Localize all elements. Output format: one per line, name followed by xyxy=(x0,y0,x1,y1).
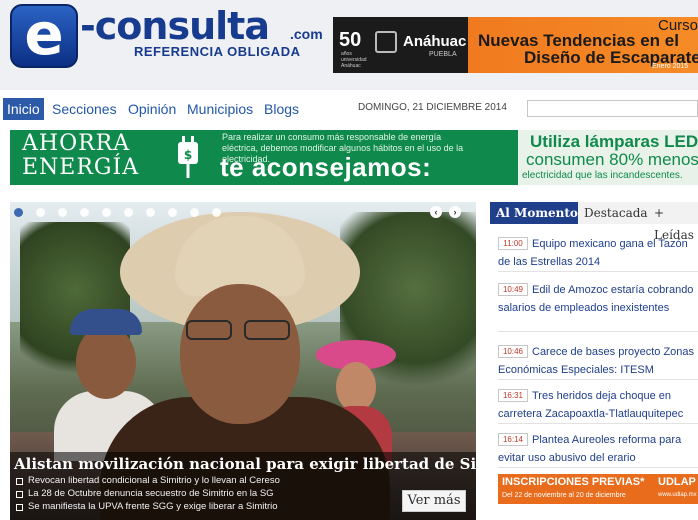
related-link[interactable]: Se manifiesta la UPVA frente SGG y exige… xyxy=(16,501,280,514)
related-link-text: La 28 de Octubre denuncia secuestro de S… xyxy=(28,488,274,499)
photo-main-face xyxy=(180,284,300,424)
udlap-banner-ad[interactable]: INSCRIPCIONES PREVIAS* Del 22 de noviemb… xyxy=(498,474,698,504)
news-item[interactable]: 11:00 Equipo mexicano gana el Tazón de la… xyxy=(498,234,698,272)
site-header: e -consulta .com REFERENCIA OBLIGADA 50 … xyxy=(0,0,698,90)
udlap-dates: Del 22 de noviembre al 20 de diciembre xyxy=(502,492,626,499)
related-link-text: Revocan libertad condicional a Simitrio … xyxy=(28,475,280,486)
news-item[interactable]: 10:46 Carece de bases proyecto Zonas Econ… xyxy=(498,342,698,380)
bullet-square-icon xyxy=(16,491,23,498)
course-date: Enero 2015 xyxy=(652,63,689,70)
news-item[interactable]: 16:31 Tres heridos deja choque en carrete… xyxy=(498,386,698,424)
slider-dot[interactable] xyxy=(146,208,155,217)
course-promo: Curso Nuevas Tendencias en el Diseño de … xyxy=(468,17,698,73)
slider-dot[interactable] xyxy=(36,208,45,217)
logo-e-mark: e xyxy=(10,4,78,68)
read-more-button[interactable]: Ver más xyxy=(402,490,466,512)
search-input[interactable] xyxy=(527,100,698,117)
news-time: 10:49 xyxy=(498,283,528,296)
slider-prev-icon[interactable]: ‹ xyxy=(430,206,442,218)
news-time: 16:31 xyxy=(498,389,528,402)
banner-title-line2: ENERGÍA xyxy=(22,155,140,180)
nav-secciones[interactable]: Secciones xyxy=(52,98,117,120)
udlap-logo: UDLAP xyxy=(658,476,696,488)
banner-tip-line1: Utiliza lámparas LED, xyxy=(530,132,698,151)
news-time: 10:46 xyxy=(498,345,528,358)
slider-next-icon[interactable]: › xyxy=(449,206,461,218)
news-tabs: Al Momento Destacadas + Leídas xyxy=(490,202,698,242)
tab-al-momento[interactable]: Al Momento xyxy=(490,202,584,224)
banner-tip: Utiliza lámparas LED, consumen 80% menos… xyxy=(518,130,698,185)
top-banner-ad[interactable]: 50 años universidad Anáhuac Anáhuac PUEB… xyxy=(333,17,698,73)
udlap-web: www.udlap.mx xyxy=(658,492,697,498)
anniversary-caption: años universidad Anáhuac xyxy=(341,51,367,69)
energy-banner-ad[interactable]: AHORRA ENERGÍA $ Para realizar un consum… xyxy=(10,130,698,185)
nav-blogs[interactable]: Blogs xyxy=(264,98,299,120)
anahuac-city: PUEBLA xyxy=(429,51,457,58)
logo-tagline: REFERENCIA OBLIGADA xyxy=(134,44,301,59)
news-item[interactable]: 10:49 Edil de Amozoc estaría cobrando sal… xyxy=(498,280,698,332)
logo-name: -consulta xyxy=(80,4,270,48)
slider-dot[interactable] xyxy=(102,208,111,217)
nav-municipios[interactable]: Municipios xyxy=(187,98,253,120)
slider-dot[interactable] xyxy=(58,208,67,217)
anahuac-block: 50 años universidad Anáhuac Anáhuac PUEB… xyxy=(333,17,468,73)
svg-text:$: $ xyxy=(184,148,192,162)
related-links: Revocan libertad condicional a Simitrio … xyxy=(16,475,280,514)
anniversary-number: 50 xyxy=(339,29,362,51)
related-link[interactable]: Revocan libertad condicional a Simitrio … xyxy=(16,475,280,488)
news-time: 16:14 xyxy=(498,433,528,446)
site-logo[interactable]: e -consulta .com REFERENCIA OBLIGADA xyxy=(10,2,330,82)
banner-headline: te aconsejamos: xyxy=(220,152,432,182)
nav-opinion[interactable]: Opinión xyxy=(128,98,176,120)
slider-dot[interactable] xyxy=(212,208,221,217)
anahuac-brand: Anáhuac xyxy=(403,33,467,50)
bullet-square-icon xyxy=(16,504,23,511)
banner-title: AHORRA ENERGÍA xyxy=(22,132,139,180)
slider-dot[interactable] xyxy=(124,208,133,217)
banner-tip-line3: electricidad que las incandescentes. xyxy=(522,170,683,181)
featured-headline[interactable]: Alistan movilización nacional para exigi… xyxy=(14,455,528,473)
news-time: 11:00 xyxy=(498,237,528,250)
related-link-text: Se manifiesta la UPVA frente SGG y exige… xyxy=(28,501,278,512)
bullet-square-icon xyxy=(16,478,23,485)
banner-title-line1: AHORRA xyxy=(22,131,131,156)
current-date: DOMINGO, 21 DICIEMBRE 2014 xyxy=(358,102,507,113)
university-crest-icon xyxy=(375,31,397,53)
banner-tip-line2: consumen 80% menos xyxy=(526,150,698,169)
slider-dot[interactable] xyxy=(14,208,23,217)
tab-mas-leidas[interactable]: + Leídas xyxy=(648,202,698,242)
related-link[interactable]: La 28 de Octubre denuncia secuestro de S… xyxy=(16,488,280,501)
udlap-headline: INSCRIPCIONES PREVIAS* xyxy=(502,476,645,488)
plug-icon: $ xyxy=(178,136,198,178)
slider-dot[interactable] xyxy=(190,208,199,217)
slider-dot[interactable] xyxy=(80,208,89,217)
slider-dot[interactable] xyxy=(168,208,177,217)
logo-domain: .com xyxy=(290,26,323,42)
nav-inicio[interactable]: Inicio xyxy=(3,98,44,120)
news-item[interactable]: 16:14 Plantea Aureoles reforma para evita… xyxy=(498,430,698,468)
photo-glasses xyxy=(186,320,294,342)
